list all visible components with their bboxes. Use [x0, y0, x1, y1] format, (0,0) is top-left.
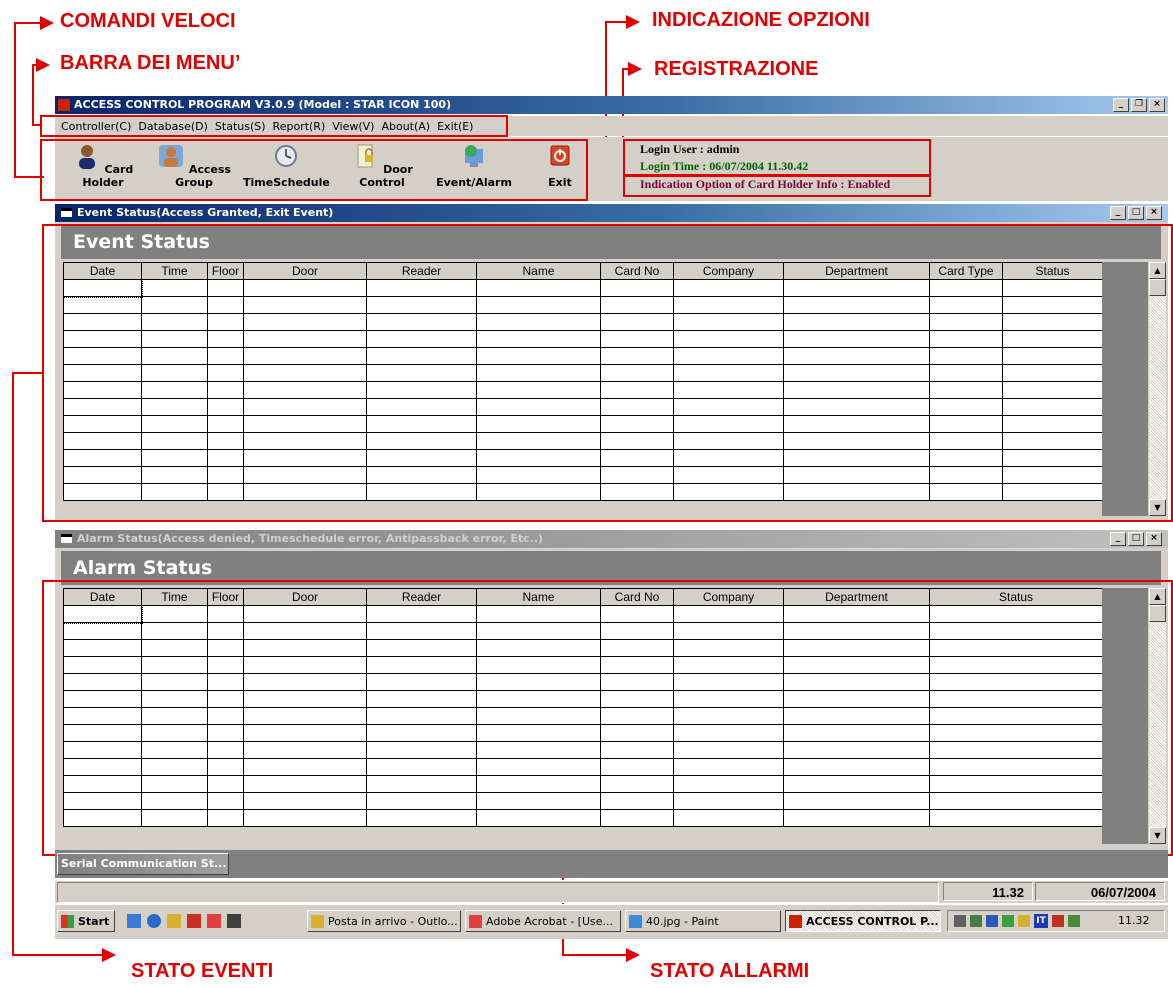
annotation-stato-allarmi: STATO ALLARMI — [650, 960, 810, 982]
close-icon[interactable]: × — [1146, 532, 1162, 546]
language-indicator[interactable]: IT — [1034, 914, 1048, 928]
windows-taskbar: Start Posta in arrivo - Outlo... Adobe A… — [55, 904, 1168, 939]
tray-app-icon[interactable] — [1018, 915, 1030, 927]
annotation-barra-menu: BARRA DEI MENU’ — [60, 52, 241, 74]
close-icon[interactable]: × — [1146, 206, 1162, 220]
status-date: 06/07/2004 — [1035, 882, 1165, 901]
annotation-comandi-veloci: COMANDI VELOCI — [60, 10, 236, 32]
taskbar-item-outlook[interactable]: Posta in arrivo - Outlo... — [307, 910, 461, 932]
alarm-window-title-bar[interactable]: Alarm Status(Access denied, Timeschedule… — [55, 530, 1168, 548]
system-tray: IT 11.32 — [947, 910, 1165, 932]
window-icon — [61, 534, 72, 543]
app-title-bar[interactable]: ACCESS CONTROL PROGRAM V3.0.9 (Model : S… — [55, 96, 1168, 114]
status-message — [57, 882, 939, 903]
window-icon — [61, 208, 72, 217]
maximize-icon[interactable]: □ — [1128, 532, 1144, 546]
mdi-minimized-area: Serial Communication St... — [55, 850, 1168, 878]
status-bar: 11.32 06/07/2004 — [55, 880, 1168, 903]
quick-launch — [127, 914, 241, 928]
acrobat-icon — [469, 915, 482, 928]
tray-app-icon[interactable] — [1002, 915, 1014, 927]
app-icon[interactable] — [187, 914, 201, 928]
app-icon — [789, 915, 802, 928]
event-window-title: Event Status(Access Granted, Exit Event) — [77, 206, 334, 219]
event-window-title-bar[interactable]: Event Status(Access Granted, Exit Event)… — [55, 204, 1168, 222]
network-icon[interactable] — [970, 915, 982, 927]
annotation-registrazione: REGISTRAZIONE — [654, 58, 819, 80]
status-time: 11.32 — [943, 882, 1033, 901]
tray-clock[interactable]: 11.32 — [1118, 914, 1150, 927]
minimize-icon[interactable]: _ — [1113, 98, 1129, 112]
paint-icon — [629, 915, 642, 928]
volume-icon[interactable] — [954, 915, 966, 927]
serial-communication-tab[interactable]: Serial Communication St... — [57, 853, 229, 875]
ie-icon[interactable] — [147, 914, 161, 928]
windows-logo-icon — [61, 915, 74, 928]
window-title: ACCESS CONTROL PROGRAM V3.0.9 (Model : S… — [74, 98, 452, 111]
desktop-icon[interactable] — [127, 914, 141, 928]
app-icon — [58, 99, 70, 111]
taskbar-item-access-control[interactable]: ACCESS CONTROL P... — [785, 910, 941, 932]
media-icon[interactable] — [227, 914, 241, 928]
acrobat-icon[interactable] — [207, 914, 221, 928]
restore-icon[interactable]: ❐ — [1131, 98, 1147, 112]
outlook-icon — [311, 915, 324, 928]
minimize-icon[interactable]: _ — [1110, 206, 1126, 220]
maximize-icon[interactable]: □ — [1128, 206, 1144, 220]
start-button[interactable]: Start — [57, 910, 115, 932]
outlook-icon[interactable] — [167, 914, 181, 928]
annotation-stato-eventi: STATO EVENTI — [131, 960, 274, 982]
alarm-window-title: Alarm Status(Access denied, Timeschedule… — [77, 532, 544, 545]
tray-app-icon[interactable] — [986, 915, 998, 927]
tray-app-icon[interactable] — [1052, 915, 1064, 927]
annotation-indicazione-opzioni: INDICAZIONE OPZIONI — [652, 9, 870, 31]
minimize-icon[interactable]: _ — [1110, 532, 1126, 546]
taskbar-item-acrobat[interactable]: Adobe Acrobat - [Use... — [465, 910, 621, 932]
close-icon[interactable]: × — [1149, 98, 1165, 112]
tray-app-icon[interactable] — [1068, 915, 1080, 927]
taskbar-item-paint[interactable]: 40.jpg - Paint — [625, 910, 781, 932]
